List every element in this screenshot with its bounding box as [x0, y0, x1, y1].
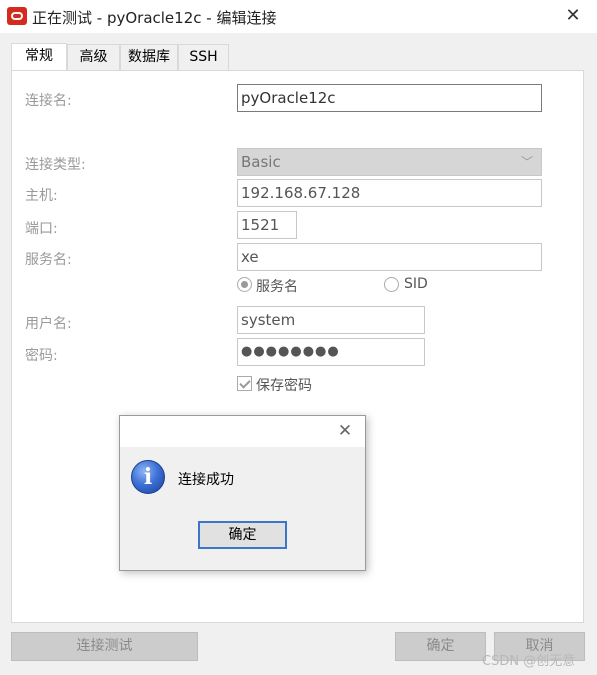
watermark: CSDN @创无意: [482, 654, 576, 669]
title-bar: 正在测试 - pyOracle12c - 编辑连接 ✕: [0, 0, 597, 33]
port-label: 端口:: [25, 221, 58, 237]
ok-button[interactable]: 确定: [395, 632, 486, 661]
info-icon: i: [131, 460, 165, 494]
port-input[interactable]: 1521: [237, 211, 297, 239]
password-label: 密码:: [25, 348, 58, 364]
radio-sid[interactable]: [384, 277, 399, 292]
password-input[interactable]: ●●●●●●●●: [237, 338, 425, 366]
conn-type-label: 连接类型:: [25, 157, 86, 173]
close-icon[interactable]: ✕: [560, 4, 586, 28]
username-label: 用户名:: [25, 316, 72, 332]
conn-name-input[interactable]: pyOracle12c: [237, 84, 542, 112]
window-title: 正在测试 - pyOracle12c - 编辑连接: [32, 9, 277, 27]
tab-database[interactable]: 数据库: [120, 44, 178, 70]
service-input[interactable]: xe: [237, 243, 542, 271]
conn-name-label: 连接名:: [25, 93, 72, 109]
radio-service-name-label: 服务名: [256, 279, 298, 295]
conn-type-select[interactable]: Basic ﹀: [237, 148, 542, 176]
oracle-icon: [7, 7, 27, 25]
dialog-title-bar: ✕: [120, 416, 365, 447]
username-input[interactable]: system: [237, 306, 425, 334]
success-dialog: ✕ i 连接成功 确定: [119, 415, 366, 571]
radio-service-name[interactable]: [237, 277, 252, 292]
save-password-label: 保存密码: [256, 378, 312, 394]
dialog-message: 连接成功: [178, 472, 234, 488]
tab-general[interactable]: 常规: [11, 43, 67, 71]
save-password-checkbox[interactable]: [237, 376, 252, 391]
chevron-down-icon: ﹀: [520, 155, 533, 169]
radio-sid-label: SID: [404, 276, 428, 292]
test-connection-button[interactable]: 连接测试: [11, 632, 198, 661]
dialog-ok-button[interactable]: 确定: [198, 521, 287, 549]
tab-advanced[interactable]: 高级: [67, 44, 120, 70]
host-label: 主机:: [25, 188, 58, 204]
tab-ssh[interactable]: SSH: [178, 44, 229, 70]
host-input[interactable]: 192.168.67.128: [237, 179, 542, 207]
conn-type-value: Basic: [241, 153, 281, 171]
dialog-close-icon[interactable]: ✕: [334, 419, 356, 443]
service-label: 服务名:: [25, 252, 72, 268]
